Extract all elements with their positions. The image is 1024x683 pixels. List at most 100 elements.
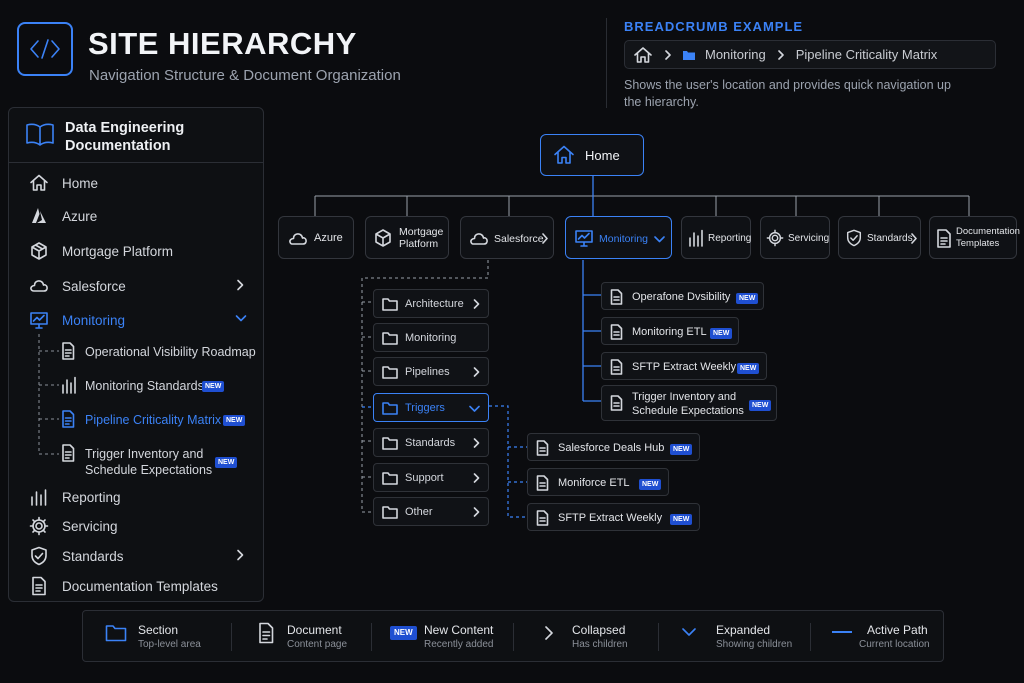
node-salesforce[interactable]: Salesforce xyxy=(460,216,554,259)
label-line: Mortgage xyxy=(399,226,444,238)
section-label: Support xyxy=(405,471,444,484)
section-architecture[interactable]: Architecture xyxy=(373,289,489,318)
section-label: Pipelines xyxy=(405,365,450,378)
new-badge: NEW xyxy=(749,400,772,411)
chevron-right-icon[interactable] xyxy=(910,233,918,244)
folder-icon xyxy=(105,625,127,642)
section-monitoring[interactable]: Monitoring xyxy=(373,323,489,352)
doc-sftp-extract-weekly-monitoring[interactable]: SFTP Extract Weekly NEW xyxy=(601,352,767,380)
node-servicing[interactable]: Servicing xyxy=(760,216,830,259)
legend-title: Section xyxy=(138,623,179,637)
section-standards[interactable]: Standards xyxy=(373,428,489,457)
node-label: Azure xyxy=(314,232,343,244)
legend-item-section: Section Top-level area xyxy=(103,611,243,661)
label-line: Templates xyxy=(956,238,1000,249)
label-line: Platform xyxy=(399,238,439,250)
chevron-down-icon[interactable] xyxy=(654,235,665,243)
chevron-right-icon xyxy=(473,473,480,483)
new-badge: NEW xyxy=(670,444,693,455)
legend-title: Document xyxy=(287,623,342,637)
legend-divider xyxy=(371,623,372,651)
cube-icon xyxy=(375,229,391,247)
node-label: Salesforce xyxy=(494,233,544,245)
section-label: Architecture xyxy=(405,297,464,310)
folder-icon xyxy=(382,472,398,485)
node-label: Reporting xyxy=(708,233,752,244)
section-triggers[interactable]: Triggers xyxy=(373,393,489,422)
new-badge: NEW xyxy=(390,626,417,640)
chevron-right-icon xyxy=(473,367,480,377)
doc-monitoring-1[interactable]: Operafone Dvsibility NEW xyxy=(601,282,764,310)
document-icon xyxy=(610,289,623,305)
node-documentation-templates[interactable]: Documentation Templates xyxy=(929,216,1020,259)
doc-salesforce-deals-hub[interactable]: Salesforce Deals Hub NEW xyxy=(527,433,700,461)
node-label: Servicing xyxy=(788,233,830,244)
legend-item-collapsed: Collapsed Has children xyxy=(541,611,671,661)
legend-divider xyxy=(810,623,811,651)
document-icon xyxy=(937,229,951,248)
new-badge: NEW xyxy=(639,479,662,490)
label-line: Trigger Inventory and xyxy=(632,391,737,403)
new-badge: NEW xyxy=(710,328,733,339)
folder-icon xyxy=(382,402,398,415)
folder-icon xyxy=(382,332,398,345)
legend-item-expanded: Expanded Showing children xyxy=(681,611,811,661)
legend-desc: Showing children xyxy=(716,639,793,650)
legend-divider xyxy=(658,623,659,651)
doc-label: Moniforce ETL xyxy=(558,477,630,489)
shield-icon xyxy=(846,229,862,247)
bar-chart-icon xyxy=(689,229,703,247)
document-icon xyxy=(610,324,623,340)
legend-title: Expanded xyxy=(716,623,771,637)
document-icon xyxy=(610,359,623,375)
legend-title: New Content xyxy=(424,623,494,637)
node-monitoring[interactable]: Monitoring xyxy=(565,216,672,259)
legend-desc: Has children xyxy=(572,639,628,650)
new-badge: NEW xyxy=(737,363,760,374)
document-icon xyxy=(536,475,549,491)
chevron-right-icon xyxy=(473,507,480,517)
home-icon xyxy=(554,145,574,164)
document-icon xyxy=(259,622,274,644)
cloud-icon xyxy=(289,233,307,245)
chevron-right-icon xyxy=(545,626,553,640)
legend-desc: Top-level area xyxy=(138,639,201,650)
active-path-line-icon xyxy=(832,631,852,633)
doc-sftp-extract-weekly[interactable]: SFTP Extract Weekly NEW xyxy=(527,503,700,531)
document-icon xyxy=(610,395,623,411)
legend-title: Active Path xyxy=(867,623,928,637)
chevron-down-icon xyxy=(682,628,696,636)
chevron-right-icon xyxy=(473,438,480,448)
section-label: Triggers xyxy=(405,401,445,414)
doc-monitoring-etl[interactable]: Monitoring ETL NEW xyxy=(601,317,739,345)
gear-icon xyxy=(766,229,784,247)
node-azure[interactable]: Azure xyxy=(278,216,354,259)
chevron-right-icon xyxy=(473,299,480,309)
folder-icon xyxy=(382,506,398,519)
new-badge: NEW xyxy=(736,293,759,304)
section-other[interactable]: Other xyxy=(373,497,489,526)
node-label: Standards xyxy=(867,233,913,244)
legend-item-document: Document Content page xyxy=(255,611,375,661)
doc-moniforce-etl[interactable]: Moniforce ETL NEW xyxy=(527,468,669,496)
section-pipelines[interactable]: Pipelines xyxy=(373,357,489,386)
legend-divider xyxy=(513,623,514,651)
doc-trigger-inventory[interactable]: Trigger Inventory and Schedule Expectati… xyxy=(601,385,777,421)
node-mortgage-platform[interactable]: Mortgage Platform xyxy=(365,216,449,259)
legend-item-active-path: Active Path Current location xyxy=(831,611,941,661)
section-support[interactable]: Support xyxy=(373,463,489,492)
node-label: Monitoring xyxy=(599,233,649,245)
legend: Section Top-level area Document Content … xyxy=(82,610,944,662)
label-line: Documentation xyxy=(956,226,1020,237)
node-standards[interactable]: Standards xyxy=(838,216,921,259)
section-label: Standards xyxy=(405,436,456,449)
chevron-right-icon[interactable] xyxy=(541,233,549,244)
doc-label: Trigger Inventory and Schedule Expectati… xyxy=(632,390,744,418)
node-reporting[interactable]: Reporting xyxy=(681,216,751,259)
folder-icon xyxy=(382,366,398,379)
node-home[interactable]: Home xyxy=(540,134,644,176)
legend-divider xyxy=(231,623,232,651)
folder-icon xyxy=(382,298,398,311)
node-label: Home xyxy=(585,147,620,163)
chevron-down-icon xyxy=(469,405,480,412)
